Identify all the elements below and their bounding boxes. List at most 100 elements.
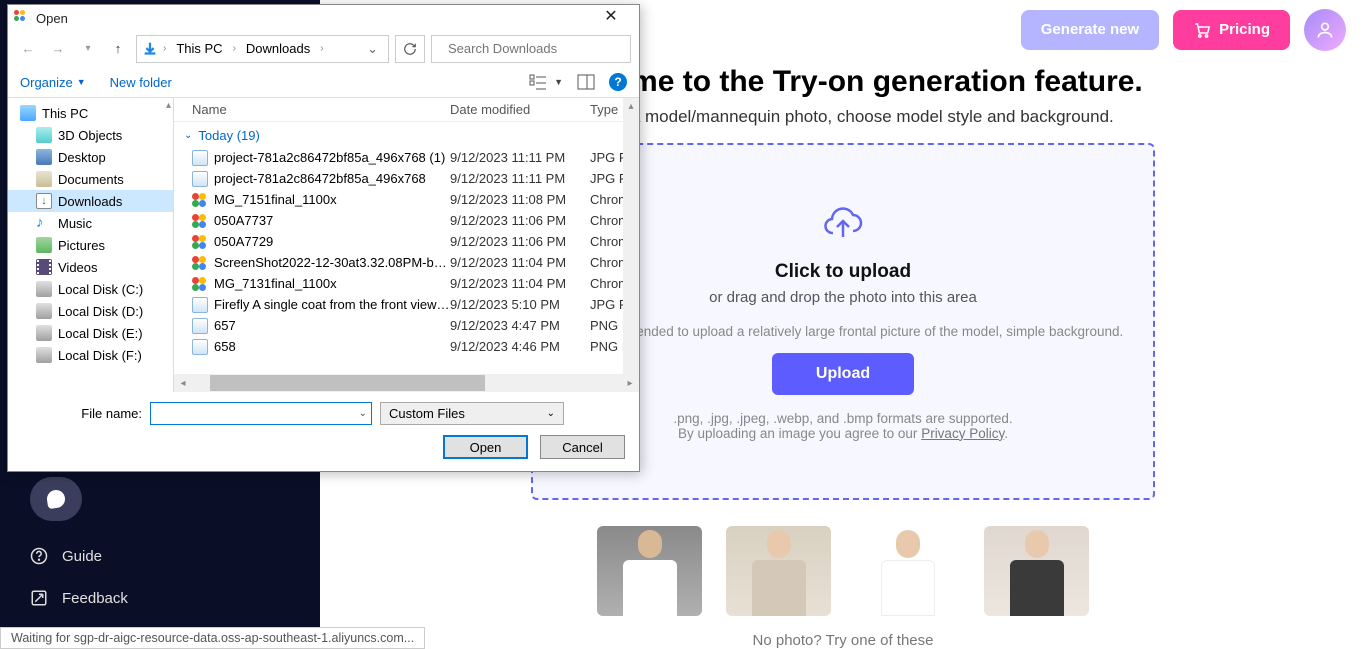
file-row[interactable]: 6589/12/2023 4:46 PMPNG I — [174, 336, 639, 357]
file-name-input[interactable] — [155, 406, 359, 421]
file-row[interactable]: project-781a2c86472bf85a_496x7689/12/202… — [174, 168, 639, 189]
file-name: 657 — [214, 318, 450, 333]
column-date[interactable]: Date modified — [450, 102, 590, 117]
music-icon: ♪ — [36, 215, 52, 231]
refresh-icon — [403, 42, 417, 56]
refresh-button[interactable] — [395, 35, 425, 63]
pc-icon — [20, 105, 36, 121]
breadcrumb-this-pc[interactable]: This PC — [170, 39, 228, 58]
tree-item-videos[interactable]: Videos — [8, 256, 173, 278]
file-open-dialog: Open ✕ ← → ▾ ↑ › This PC › Downloads › ⌄… — [7, 4, 640, 472]
file-list-hscrollbar[interactable]: ◂▸ — [174, 374, 639, 392]
nav-back-button[interactable]: ← — [16, 37, 40, 61]
tree-item-local-disk-f-[interactable]: Local Disk (F:) — [8, 344, 173, 366]
view-mode-button[interactable]: ▼ — [529, 74, 563, 90]
file-name-field-wrapper[interactable]: ⌄ — [150, 402, 372, 425]
tree-item-label: 3D Objects — [58, 128, 122, 143]
tree-item-desktop[interactable]: Desktop — [8, 146, 173, 168]
feedback-icon — [30, 589, 48, 607]
pricing-button[interactable]: Pricing — [1173, 10, 1290, 50]
file-name: 658 — [214, 339, 450, 354]
file-type-filter[interactable]: Custom Files ⌄ — [380, 402, 564, 425]
tree-item-3d-objects[interactable]: 3D Objects — [8, 124, 173, 146]
chat-icon — [46, 489, 66, 509]
dialog-title: Open — [36, 11, 68, 26]
file-row[interactable]: MG_7151final_1100x9/12/2023 11:08 PMChro… — [174, 189, 639, 210]
open-button[interactable]: Open — [443, 435, 528, 459]
file-name: 050A7729 — [214, 234, 450, 249]
group-header-today[interactable]: ⌄ Today (19) — [174, 122, 639, 147]
pricing-label: Pricing — [1219, 21, 1270, 38]
cart-icon — [1193, 21, 1211, 39]
tree-item-local-disk-e-[interactable]: Local Disk (E:) — [8, 322, 173, 344]
sidebar-item-feedback[interactable]: Feedback — [30, 577, 320, 619]
generate-new-button[interactable]: Generate new — [1021, 10, 1159, 50]
chrome-file-icon — [192, 255, 208, 271]
folder-tree[interactable]: ▴ This PC 3D Objects DesktopDocumentsDownl… — [8, 98, 174, 392]
column-headers[interactable]: Name Date modified Type — [174, 98, 639, 122]
address-bar[interactable]: › This PC › Downloads › ⌄ — [136, 35, 389, 63]
chevron-down-icon: ⌄ — [184, 130, 192, 141]
file-row[interactable]: 050A77379/12/2023 11:06 PMChrom — [174, 210, 639, 231]
tree-item-pictures[interactable]: Pictures — [8, 234, 173, 256]
avatar-button[interactable] — [1304, 9, 1346, 51]
file-row[interactable]: MG_7131final_1100x9/12/2023 11:04 PMChro… — [174, 273, 639, 294]
tree-item-local-disk-d-[interactable]: Local Disk (D:) — [8, 300, 173, 322]
privacy-policy-link[interactable]: Privacy Policy — [921, 426, 1004, 441]
search-input[interactable] — [448, 41, 624, 56]
file-date: 9/12/2023 11:06 PM — [450, 213, 590, 228]
file-name: MG_7131final_1100x — [214, 276, 450, 291]
nav-up-button[interactable]: ↑ — [106, 37, 130, 61]
pic-icon — [36, 237, 52, 253]
tree-item-local-disk-c-[interactable]: Local Disk (C:) — [8, 278, 173, 300]
sample-thumb[interactable] — [597, 526, 702, 616]
avatar-icon — [1315, 20, 1335, 40]
sample-thumbs — [350, 526, 1336, 616]
chrome-file-icon — [192, 276, 208, 292]
dialog-titlebar[interactable]: Open ✕ — [8, 5, 639, 31]
breadcrumb-downloads[interactable]: Downloads — [240, 39, 316, 58]
sample-thumb[interactable] — [726, 526, 831, 616]
tree-item-this-pc[interactable]: This PC — [8, 102, 173, 124]
file-date: 9/12/2023 11:11 PM — [450, 171, 590, 186]
no-photo-text: No photo? Try one of these — [350, 632, 1336, 649]
tree-scroll-up-icon[interactable]: ▴ — [166, 100, 171, 111]
file-row[interactable]: ScreenShot2022-12-30at3.32.08PM-b11e...9… — [174, 252, 639, 273]
sidebar-guide-label: Guide — [62, 548, 102, 565]
file-row[interactable]: 050A77299/12/2023 11:06 PMChrom — [174, 231, 639, 252]
nav-forward-button[interactable]: → — [46, 37, 70, 61]
image-file-icon — [192, 297, 208, 313]
address-dropdown[interactable]: ⌄ — [361, 41, 384, 57]
disk-icon — [36, 303, 52, 319]
column-name[interactable]: Name — [192, 102, 450, 117]
file-list-vscrollbar[interactable]: ▴ — [623, 98, 639, 374]
tree-item-label: Music — [58, 216, 92, 231]
tree-item-music[interactable]: ♪ Music — [8, 212, 173, 234]
sample-thumb[interactable] — [855, 526, 960, 616]
organize-button[interactable]: Organize ▼ — [20, 75, 86, 90]
file-date: 9/12/2023 5:10 PM — [450, 297, 590, 312]
file-row[interactable]: 6579/12/2023 4:47 PMPNG I — [174, 315, 639, 336]
file-name-dropdown-icon[interactable]: ⌄ — [359, 408, 367, 419]
preview-pane-button[interactable] — [577, 74, 595, 90]
chat-button[interactable] — [30, 477, 82, 521]
tree-item-downloads[interactable]: Downloads — [8, 190, 173, 212]
nav-recent-dropdown[interactable]: ▾ — [76, 37, 100, 61]
chrome-app-icon — [14, 10, 30, 26]
file-date: 9/12/2023 4:47 PM — [450, 318, 590, 333]
file-name: project-781a2c86472bf85a_496x768 — [214, 171, 450, 186]
new-folder-button[interactable]: New folder — [110, 75, 172, 90]
cancel-button[interactable]: Cancel — [540, 435, 625, 459]
list-view-icon — [529, 74, 551, 90]
sidebar-item-guide[interactable]: Guide — [30, 535, 320, 577]
file-row[interactable]: project-781a2c86472bf85a_496x768 (1)9/12… — [174, 147, 639, 168]
search-box[interactable] — [431, 35, 631, 63]
dialog-close-button[interactable]: ✕ — [589, 6, 633, 30]
down-icon — [36, 193, 52, 209]
dropzone-agreement: By uploading an image you agree to our P… — [678, 426, 1008, 441]
help-button[interactable]: ? — [609, 73, 627, 91]
upload-button[interactable]: Upload — [772, 353, 914, 395]
file-row[interactable]: Firefly A single coat from the front vie… — [174, 294, 639, 315]
sample-thumb[interactable] — [984, 526, 1089, 616]
tree-item-documents[interactable]: Documents — [8, 168, 173, 190]
